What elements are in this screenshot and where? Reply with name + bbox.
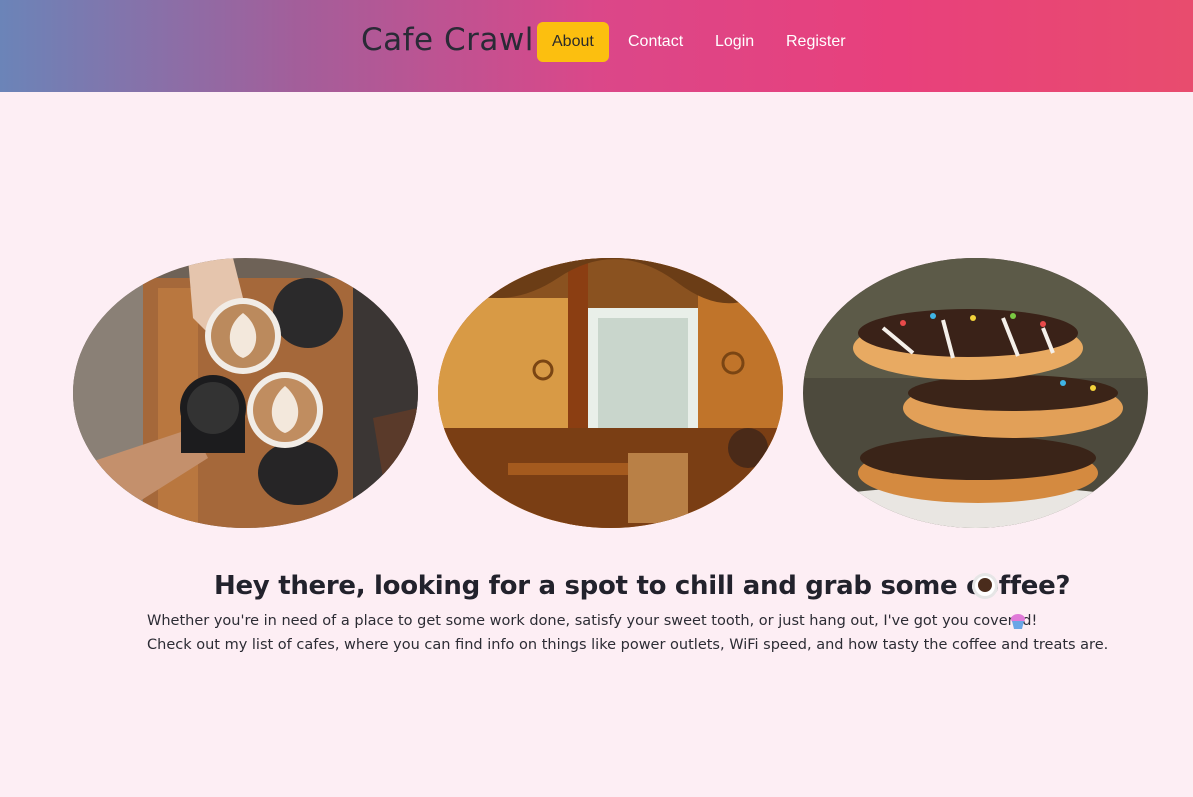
coffee-cup-icon [971, 572, 999, 600]
cafe-interior-photo [438, 258, 783, 528]
nav-contact[interactable]: Contact [628, 22, 683, 62]
brand-logo[interactable]: Cafe Crawl [361, 18, 534, 62]
page-headline: Hey there, looking for a spot to chill a… [214, 571, 1071, 601]
stacked-donuts-photo [803, 258, 1148, 528]
nav-login[interactable]: Login [715, 22, 754, 62]
coffee-cheers-photo [73, 258, 418, 528]
navbar: Cafe Crawl About Contact Login Register [0, 0, 1193, 92]
intro-line-2: Check out my list of cafes, where you ca… [147, 637, 1109, 653]
nav-about[interactable]: About [537, 22, 609, 62]
nav-register[interactable]: Register [786, 22, 846, 62]
intro-line-1: Whether you're in need of a place to get… [147, 613, 1038, 629]
cupcake-icon [1009, 612, 1027, 630]
